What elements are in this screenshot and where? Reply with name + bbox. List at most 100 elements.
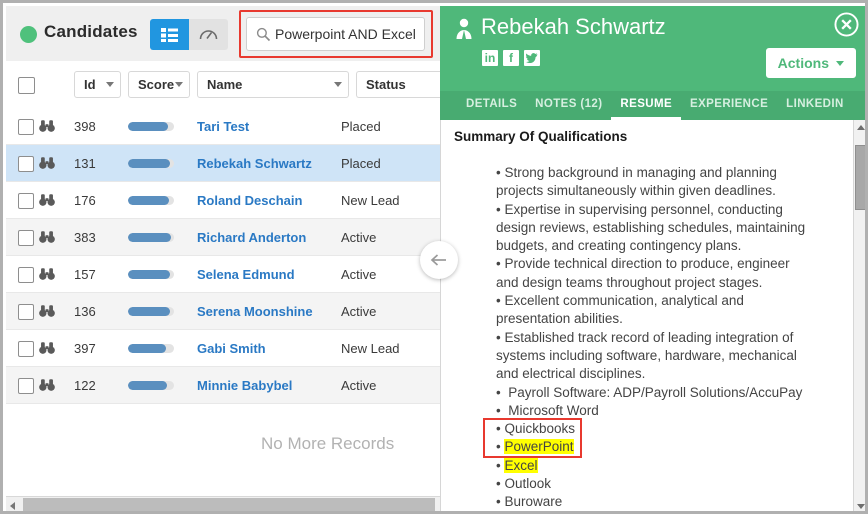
candidate-detail-panel: Rebekah Schwartz in f Actions DE <box>440 6 868 514</box>
select-all-checkbox[interactable] <box>18 77 35 94</box>
resume-line: and design teams throughout project stag… <box>496 274 841 292</box>
resume-line: • Established track record of leading in… <box>496 329 841 347</box>
table-row[interactable]: 397Gabi SmithNew Lead <box>6 330 440 367</box>
table-row[interactable]: 176Roland DeschainNew Lead <box>6 182 440 219</box>
preview-binoculars-icon[interactable] <box>39 267 55 281</box>
row-score-bar <box>128 307 174 316</box>
table-row[interactable]: 383Richard AndertonActive <box>6 219 440 256</box>
row-checkbox[interactable] <box>18 193 34 209</box>
vertical-scrollbar[interactable] <box>853 120 868 514</box>
preview-binoculars-icon[interactable] <box>39 230 55 244</box>
row-candidate-name-link[interactable]: Gabi Smith <box>197 341 266 356</box>
row-score-bar <box>128 344 174 353</box>
row-id: 131 <box>74 156 96 171</box>
row-id: 136 <box>74 304 96 319</box>
resume-line: • Payroll Software: ADP/Payroll Solution… <box>496 384 841 402</box>
preview-binoculars-icon[interactable] <box>39 378 55 392</box>
scroll-down-icon[interactable] <box>857 504 865 509</box>
application-window: Candidates <box>0 0 868 514</box>
tab-linkedin[interactable]: LINKEDIN <box>777 91 853 120</box>
table-header-row: Id Score Name Status <box>6 61 440 109</box>
detail-tabs: DETAILSNOTES (12)RESUMEEXPERIENCELINKEDI… <box>440 91 868 120</box>
row-checkbox[interactable] <box>18 230 34 246</box>
search-input[interactable] <box>275 18 423 50</box>
row-checkbox[interactable] <box>18 341 34 357</box>
list-view-icon[interactable] <box>150 19 189 50</box>
tab-details[interactable]: DETAILS <box>457 91 526 120</box>
resume-line: • Provide technical direction to produce… <box>496 255 841 273</box>
collapse-panel-button[interactable] <box>420 241 458 279</box>
table-row[interactable]: 157Selena EdmundActive <box>6 256 440 293</box>
preview-binoculars-icon[interactable] <box>39 304 55 318</box>
horizontal-scrollbar[interactable] <box>6 496 440 514</box>
row-status: Placed <box>341 119 381 134</box>
preview-binoculars-icon[interactable] <box>39 156 55 170</box>
row-candidate-name-link[interactable]: Rebekah Schwartz <box>197 156 312 171</box>
actions-button-label: Actions <box>778 55 829 71</box>
search-term-highlight: PowerPoint <box>504 439 573 454</box>
row-checkbox[interactable] <box>18 156 34 172</box>
preview-binoculars-icon[interactable] <box>39 193 55 207</box>
no-more-records-label: No More Records <box>261 434 436 454</box>
scroll-left-icon[interactable] <box>10 502 15 510</box>
twitter-icon[interactable] <box>524 50 540 66</box>
resume-text-body: • Strong background in managing and plan… <box>496 164 841 514</box>
resume-line: • Microsoft Word <box>496 402 841 420</box>
row-checkbox[interactable] <box>18 267 34 283</box>
row-score-bar <box>128 122 174 131</box>
row-id: 157 <box>74 267 96 282</box>
row-score-bar <box>128 233 174 242</box>
resume-line: • PowerPoint <box>496 438 841 456</box>
preview-binoculars-icon[interactable] <box>39 119 55 133</box>
actions-button[interactable]: Actions <box>766 48 856 78</box>
table-row[interactable]: 122Minnie BabybelActive <box>6 367 440 404</box>
row-status: Active <box>341 378 376 393</box>
preview-binoculars-icon[interactable] <box>39 341 55 355</box>
row-status: Placed <box>341 156 381 171</box>
resume-line: • Quickbooks <box>496 420 841 438</box>
column-header-score[interactable]: Score <box>128 71 190 98</box>
row-checkbox[interactable] <box>18 119 34 135</box>
column-header-id[interactable]: Id <box>74 71 121 98</box>
chevron-down-icon <box>106 82 114 87</box>
candidate-name-title: Rebekah Schwartz <box>481 14 666 40</box>
resume-line: • Excellent communication, analytical an… <box>496 292 841 310</box>
resume-line: • Outlook <box>496 475 841 493</box>
search-icon <box>256 27 271 42</box>
table-row[interactable]: 131 Rebekah Schwartz Placed <box>6 145 440 182</box>
row-score-bar <box>128 270 174 279</box>
close-circle-icon[interactable] <box>834 12 859 37</box>
row-candidate-name-link[interactable]: Selena Edmund <box>197 267 295 282</box>
column-header-name[interactable]: Name <box>197 71 349 98</box>
column-header-status[interactable]: Status <box>356 71 440 98</box>
row-candidate-name-link[interactable]: Tari Test <box>197 119 249 134</box>
tab-notes-12[interactable]: NOTES (12) <box>526 91 611 120</box>
linkedin-icon[interactable]: in <box>482 50 498 66</box>
arrow-left-icon <box>430 252 448 268</box>
vertical-scroll-thumb[interactable] <box>855 145 867 210</box>
row-id: 397 <box>74 341 96 356</box>
row-status: Active <box>341 304 376 319</box>
row-candidate-name-link[interactable]: Roland Deschain <box>197 193 302 208</box>
resume-line: systems including software, hardware, me… <box>496 347 841 365</box>
row-checkbox[interactable] <box>18 304 34 320</box>
row-score-bar <box>128 159 174 168</box>
dashboard-view-icon[interactable] <box>189 19 228 50</box>
table-row[interactable]: 136 Serena Moonshine Active <box>6 293 440 330</box>
row-checkbox[interactable] <box>18 378 34 394</box>
chevron-down-icon <box>175 82 183 87</box>
row-candidate-name-link[interactable]: Serena Moonshine <box>197 304 313 319</box>
search-box[interactable] <box>246 17 425 51</box>
tab-resume[interactable]: RESUME <box>611 91 681 120</box>
resume-line: budgets, and creating contingency plans. <box>496 237 841 255</box>
facebook-icon[interactable]: f <box>503 50 519 66</box>
candidate-list-panel: Candidates <box>6 6 440 514</box>
row-candidate-name-link[interactable]: Minnie Babybel <box>197 378 292 393</box>
horizontal-scroll-thumb[interactable] <box>23 498 435 512</box>
scroll-up-icon[interactable] <box>857 125 865 130</box>
tab-experience[interactable]: EXPERIENCE <box>681 91 777 120</box>
list-toolbar: Candidates <box>6 6 440 62</box>
row-candidate-name-link[interactable]: Richard Anderton <box>197 230 306 245</box>
table-row[interactable]: 398Tari TestPlaced <box>6 108 440 145</box>
chevron-down-icon <box>836 61 844 66</box>
